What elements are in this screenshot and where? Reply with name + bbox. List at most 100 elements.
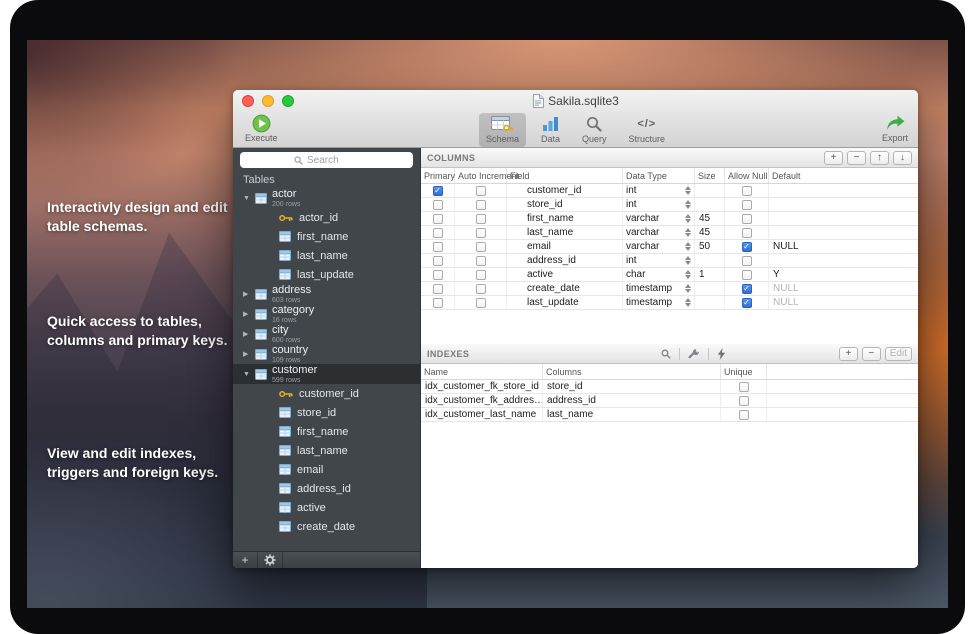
size-cell[interactable] bbox=[695, 254, 725, 267]
allow-null-checkbox[interactable] bbox=[742, 256, 752, 266]
size-cell[interactable]: 45 bbox=[695, 226, 725, 239]
tree-table-category[interactable]: ▶category16 rows bbox=[233, 304, 420, 324]
index-name[interactable]: idx_customer_fk_addres… bbox=[421, 394, 543, 407]
remove-column-button[interactable]: − bbox=[847, 151, 866, 165]
export-button[interactable]: Export bbox=[882, 113, 908, 143]
column-row-last-name[interactable]: last_namevarchar45 bbox=[421, 226, 918, 240]
auto-increment-checkbox[interactable] bbox=[476, 214, 486, 224]
unique-checkbox[interactable] bbox=[739, 396, 749, 406]
index-row-idx-customer-fk-store-id[interactable]: idx_customer_fk_store_idstore_id bbox=[421, 380, 918, 394]
tree-column-actor-actor-id[interactable]: actor_id bbox=[233, 208, 420, 227]
zoom-button[interactable] bbox=[282, 95, 294, 107]
size-cell[interactable] bbox=[695, 198, 725, 211]
default-cell[interactable]: NULL bbox=[769, 240, 918, 253]
primary-checkbox[interactable] bbox=[433, 214, 443, 224]
primary-checkbox[interactable] bbox=[433, 256, 443, 266]
data-type-stepper[interactable] bbox=[685, 242, 691, 251]
primary-checkbox[interactable]: ✓ bbox=[433, 186, 443, 196]
chevron-down-icon[interactable]: ▼ bbox=[243, 371, 255, 378]
default-cell[interactable] bbox=[769, 212, 918, 225]
default-cell[interactable]: Y bbox=[769, 268, 918, 281]
index-name[interactable]: idx_customer_last_name bbox=[421, 408, 543, 421]
field-name[interactable]: store_id bbox=[507, 198, 623, 211]
search-input[interactable] bbox=[307, 155, 359, 166]
index-columns[interactable]: address_id bbox=[543, 394, 721, 407]
column-row-create-date[interactable]: create_datetimestamp✓NULL bbox=[421, 282, 918, 296]
tree-table-actor[interactable]: ▼actor200 rows bbox=[233, 188, 420, 208]
execute-button[interactable]: Execute bbox=[245, 113, 278, 143]
index-columns[interactable]: store_id bbox=[543, 380, 721, 393]
auto-increment-checkbox[interactable] bbox=[476, 270, 486, 280]
tree-column-customer-address-id[interactable]: address_id bbox=[233, 479, 420, 498]
allow-null-checkbox[interactable]: ✓ bbox=[742, 298, 752, 308]
data-type-stepper[interactable] bbox=[685, 186, 691, 195]
data-type-cell[interactable]: int bbox=[623, 198, 695, 211]
column-row-customer-id[interactable]: ✓ customer_idint bbox=[421, 184, 918, 198]
field-name[interactable]: active bbox=[507, 268, 623, 281]
size-cell[interactable]: 1 bbox=[695, 268, 725, 281]
field-name[interactable]: first_name bbox=[507, 212, 623, 225]
tree-column-customer-customer-id[interactable]: customer_id bbox=[233, 384, 420, 403]
data-type-cell[interactable]: char bbox=[623, 268, 695, 281]
primary-checkbox[interactable] bbox=[433, 242, 443, 252]
move-column-down-button[interactable]: ↓ bbox=[893, 151, 912, 165]
data-type-stepper[interactable] bbox=[685, 270, 691, 279]
size-cell[interactable]: 45 bbox=[695, 212, 725, 225]
tree-table-city[interactable]: ▶city600 rows bbox=[233, 324, 420, 344]
primary-checkbox[interactable] bbox=[433, 298, 443, 308]
data-type-stepper[interactable] bbox=[685, 284, 691, 293]
toolbar-view-query[interactable]: Query bbox=[575, 113, 614, 147]
data-type-stepper[interactable] bbox=[685, 228, 691, 237]
toolbar-view-data[interactable]: Data bbox=[534, 113, 567, 147]
column-row-store-id[interactable]: store_idint bbox=[421, 198, 918, 212]
index-name[interactable]: idx_customer_fk_store_id bbox=[421, 380, 543, 393]
index-columns[interactable]: last_name bbox=[543, 408, 721, 421]
size-cell[interactable] bbox=[695, 282, 725, 295]
primary-checkbox[interactable] bbox=[433, 200, 443, 210]
data-type-cell[interactable]: varchar bbox=[623, 240, 695, 253]
index-row-idx-customer-last-name[interactable]: idx_customer_last_namelast_name bbox=[421, 408, 918, 422]
primary-checkbox[interactable] bbox=[433, 228, 443, 238]
data-type-cell[interactable]: int bbox=[623, 184, 695, 197]
minimize-button[interactable] bbox=[262, 95, 274, 107]
chevron-down-icon[interactable]: ▼ bbox=[243, 195, 255, 202]
field-name[interactable]: customer_id bbox=[507, 184, 623, 197]
auto-increment-checkbox[interactable] bbox=[476, 256, 486, 266]
allow-null-checkbox[interactable] bbox=[742, 214, 752, 224]
remove-index-button[interactable]: − bbox=[862, 347, 881, 361]
primary-checkbox[interactable] bbox=[433, 284, 443, 294]
search-field[interactable] bbox=[240, 152, 413, 168]
tree-column-customer-active[interactable]: active bbox=[233, 498, 420, 517]
default-cell[interactable] bbox=[769, 184, 918, 197]
data-type-stepper[interactable] bbox=[685, 214, 691, 223]
data-type-cell[interactable]: varchar bbox=[623, 226, 695, 239]
auto-increment-checkbox[interactable] bbox=[476, 200, 486, 210]
column-row-first-name[interactable]: first_namevarchar45 bbox=[421, 212, 918, 226]
column-row-active[interactable]: activechar1 Y bbox=[421, 268, 918, 282]
add-table-button[interactable]: + bbox=[233, 552, 258, 568]
tree-table-country[interactable]: ▶country109 rows bbox=[233, 344, 420, 364]
allow-null-checkbox[interactable] bbox=[742, 186, 752, 196]
auto-increment-checkbox[interactable] bbox=[476, 228, 486, 238]
auto-increment-checkbox[interactable] bbox=[476, 298, 486, 308]
column-row-email[interactable]: emailvarchar50✓NULL bbox=[421, 240, 918, 254]
move-column-up-button[interactable]: ↑ bbox=[870, 151, 889, 165]
field-name[interactable]: address_id bbox=[507, 254, 623, 267]
data-type-cell[interactable]: int bbox=[623, 254, 695, 267]
titlebar[interactable]: Sakila.sqlite3 bbox=[233, 90, 918, 112]
tree-column-customer-create-date[interactable]: create_date bbox=[233, 517, 420, 536]
tree-column-actor-last-update[interactable]: last_update bbox=[233, 265, 420, 284]
allow-null-checkbox[interactable] bbox=[742, 270, 752, 280]
field-name[interactable]: create_date bbox=[507, 282, 623, 295]
default-cell[interactable]: NULL bbox=[769, 282, 918, 295]
primary-checkbox[interactable] bbox=[433, 270, 443, 280]
default-cell[interactable] bbox=[769, 198, 918, 211]
allow-null-checkbox[interactable]: ✓ bbox=[742, 242, 752, 252]
default-cell[interactable] bbox=[769, 226, 918, 239]
auto-increment-checkbox[interactable] bbox=[476, 242, 486, 252]
data-type-stepper[interactable] bbox=[685, 298, 691, 307]
data-type-stepper[interactable] bbox=[685, 256, 691, 265]
column-row-address-id[interactable]: address_idint bbox=[421, 254, 918, 268]
chevron-right-icon[interactable]: ▶ bbox=[243, 290, 255, 298]
data-type-cell[interactable]: varchar bbox=[623, 212, 695, 225]
